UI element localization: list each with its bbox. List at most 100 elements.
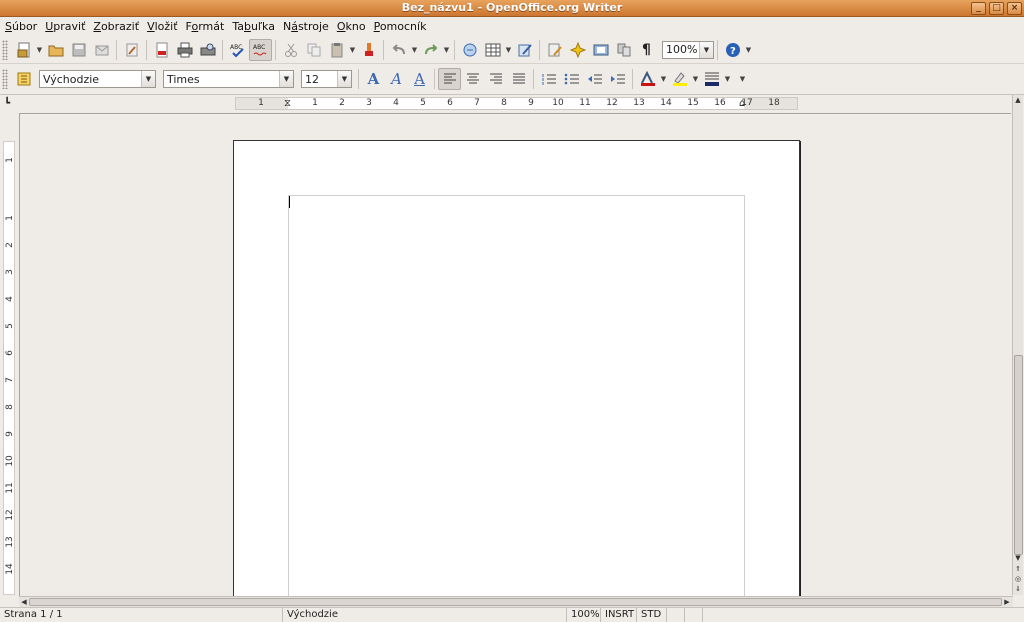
- autospellcheck-icon[interactable]: ABC: [249, 38, 272, 61]
- status-selection-mode[interactable]: STD: [637, 608, 667, 622]
- status-insert-mode[interactable]: INSRT: [601, 608, 637, 622]
- justify-icon[interactable]: [507, 68, 530, 90]
- tab-type-selector[interactable]: ┗: [4, 98, 14, 109]
- menu-item[interactable]: Zobraziť: [90, 20, 142, 33]
- hyperlink-icon[interactable]: [458, 39, 481, 61]
- status-page[interactable]: Strana 1 / 1: [0, 608, 283, 622]
- toolbar-overflow-arrow[interactable]: ▼: [738, 68, 747, 90]
- document-area[interactable]: [19, 113, 1011, 596]
- menu-item[interactable]: Formát: [183, 20, 228, 33]
- background-color-icon[interactable]: [700, 68, 723, 90]
- right-indent-marker-icon[interactable]: ⌂: [739, 98, 745, 109]
- close-button[interactable]: ×: [1007, 2, 1022, 15]
- page-preview-icon[interactable]: [196, 39, 219, 61]
- paragraph-style-dropdown-arrow[interactable]: ▼: [141, 71, 155, 87]
- horizontal-scroll-thumb[interactable]: [29, 598, 1002, 606]
- navigation-icon[interactable]: ◎: [1013, 574, 1023, 584]
- undo-icon[interactable]: [387, 39, 410, 61]
- navigator-icon[interactable]: [566, 39, 589, 61]
- menu-item[interactable]: Pomocník: [371, 20, 430, 33]
- zoom-combo[interactable]: 100% ▼: [662, 40, 714, 59]
- previous-page-icon[interactable]: ⇑: [1013, 564, 1023, 574]
- print-icon[interactable]: [173, 39, 196, 61]
- background-color-dropdown-arrow[interactable]: ▼: [723, 68, 732, 90]
- numbering-icon[interactable]: [537, 68, 560, 90]
- vertical-scroll-thumb[interactable]: [1014, 355, 1023, 555]
- styles-formatting-icon[interactable]: [12, 68, 35, 90]
- scroll-up-arrow[interactable]: ▲: [1013, 95, 1023, 105]
- paste-dropdown-arrow[interactable]: ▼: [348, 39, 357, 61]
- font-name-combo[interactable]: Times ▼: [163, 70, 294, 88]
- spellcheck-icon[interactable]: ABC: [226, 39, 249, 61]
- highlighting-icon[interactable]: [668, 68, 691, 90]
- status-page-style[interactable]: Východzie: [283, 608, 567, 622]
- maximize-button[interactable]: □: [989, 2, 1004, 15]
- align-right-icon[interactable]: [484, 68, 507, 90]
- open-folder-icon[interactable]: [44, 39, 67, 61]
- save-icon[interactable]: [67, 39, 90, 61]
- redo-icon[interactable]: [419, 39, 442, 61]
- cut-icon[interactable]: [279, 39, 302, 61]
- font-name-value: Times: [167, 72, 200, 86]
- copy-icon[interactable]: [302, 39, 325, 61]
- indent-marker-icon[interactable]: ⧖: [284, 98, 291, 109]
- redo-dropdown-arrow[interactable]: ▼: [442, 39, 451, 61]
- ruler-number: 6: [5, 350, 15, 356]
- font-size-combo[interactable]: 12 ▼: [301, 70, 352, 88]
- align-left-icon[interactable]: [438, 68, 461, 90]
- align-center-icon[interactable]: [461, 68, 484, 90]
- vertical-scrollbar[interactable]: ▲ ▼ ⇑ ◎ ⇓: [1012, 95, 1023, 595]
- font-name-dropdown-arrow[interactable]: ▼: [279, 71, 293, 87]
- help-icon[interactable]: ?: [721, 39, 744, 61]
- export-pdf-icon[interactable]: [150, 39, 173, 61]
- menu-item[interactable]: Tabuľka: [229, 20, 278, 33]
- menu-item[interactable]: Súbor: [2, 20, 40, 33]
- decrease-indent-icon[interactable]: [583, 68, 606, 90]
- paragraph-style-combo[interactable]: Východzie ▼: [39, 70, 156, 88]
- highlighting-dropdown-arrow[interactable]: ▼: [691, 68, 700, 90]
- scroll-down-arrow[interactable]: ▼: [1013, 553, 1023, 563]
- toolbar-grip[interactable]: [2, 69, 8, 89]
- new-dropdown-arrow[interactable]: ▼: [35, 39, 44, 61]
- zoom-dropdown-arrow[interactable]: ▼: [699, 41, 713, 58]
- formatting-marks-icon[interactable]: ¶: [635, 39, 658, 61]
- toolbar-grip[interactable]: [2, 39, 8, 60]
- increase-indent-icon[interactable]: [606, 68, 629, 90]
- email-icon[interactable]: [90, 39, 113, 61]
- gallery-icon[interactable]: [589, 39, 612, 61]
- underline-icon[interactable]: A: [408, 68, 431, 90]
- vertical-ruler[interactable]: 1 1 2 3 4 5 6 7 8 9 10 11 12 13 14: [2, 113, 16, 595]
- menu-item[interactable]: Upraviť: [42, 20, 88, 33]
- toolbar-overflow-arrow[interactable]: ▼: [744, 39, 753, 61]
- data-sources-icon[interactable]: [612, 39, 635, 61]
- status-digital-signature[interactable]: [685, 608, 703, 622]
- scroll-left-arrow[interactable]: ◀: [19, 597, 29, 607]
- font-color-icon[interactable]: [636, 68, 659, 90]
- minimize-button[interactable]: _: [971, 2, 986, 15]
- menu-item[interactable]: Okno: [334, 20, 369, 33]
- horizontal-ruler[interactable]: 1 1 2 3 4 5 6 7 8 9 10 11 12 13 14 15 16 17 18 ⧖ ⌂: [235, 97, 798, 110]
- menu-item[interactable]: Vložiť: [144, 20, 180, 33]
- format-paintbrush-icon[interactable]: [357, 39, 380, 61]
- menu-item[interactable]: Nástroje: [280, 20, 332, 33]
- font-size-dropdown-arrow[interactable]: ▼: [337, 71, 351, 87]
- table-icon[interactable]: [481, 39, 504, 61]
- show-draw-functions-icon[interactable]: [513, 39, 536, 61]
- bold-icon[interactable]: A: [362, 68, 385, 90]
- bullets-icon[interactable]: [560, 68, 583, 90]
- italic-icon[interactable]: A: [385, 68, 408, 90]
- edit-file-icon[interactable]: [120, 39, 143, 61]
- undo-dropdown-arrow[interactable]: ▼: [410, 39, 419, 61]
- document-page[interactable]: [233, 140, 800, 596]
- ruler-number: 10: [5, 455, 15, 467]
- font-color-dropdown-arrow[interactable]: ▼: [659, 68, 668, 90]
- scroll-right-arrow[interactable]: ▶: [1002, 597, 1012, 607]
- horizontal-scrollbar[interactable]: ◀ ▶: [19, 596, 1013, 607]
- find-replace-icon[interactable]: [543, 39, 566, 61]
- status-zoom[interactable]: 100%: [567, 608, 601, 622]
- paste-icon[interactable]: [325, 39, 348, 61]
- status-document-modified[interactable]: [667, 608, 685, 622]
- next-page-icon[interactable]: ⇓: [1013, 584, 1023, 594]
- new-document-icon[interactable]: [12, 39, 35, 61]
- table-dropdown-arrow[interactable]: ▼: [504, 39, 513, 61]
